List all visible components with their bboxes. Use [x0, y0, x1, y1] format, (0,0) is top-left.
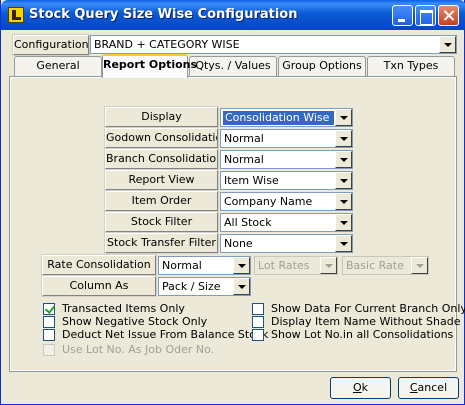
checkbox-box[interactable]	[43, 303, 55, 315]
checkbox-label: Transacted Items Only	[62, 302, 185, 315]
branch-consolidation-value: Normal	[224, 153, 264, 166]
lot-rates-select[interactable]: Lot Rates	[254, 256, 338, 275]
godown-consolidation-value: Normal	[224, 132, 264, 145]
chevron-down-icon[interactable]	[335, 172, 352, 189]
minimize-icon[interactable]	[392, 5, 413, 26]
display-label: Display	[104, 106, 219, 128]
rate-consolidation-value: Normal	[162, 259, 202, 272]
branch-consolidation-label: Branch Consolidation	[104, 148, 219, 170]
checkbox-box[interactable]	[43, 329, 55, 341]
maximize-icon[interactable]	[415, 5, 436, 26]
configuration-value: BRAND + CATEGORY WISE	[94, 38, 240, 51]
stock-transfer-filter-value: None	[224, 237, 253, 250]
checkbox-box[interactable]	[43, 316, 55, 328]
column-as-select[interactable]: Pack / Size	[158, 277, 251, 296]
checkbox-label: Display Item Name Without Shade	[271, 315, 461, 328]
godown-consolidation-select[interactable]: Normal	[220, 129, 353, 148]
rate-consolidation-select[interactable]: Normal	[158, 256, 251, 275]
ok-label: k	[361, 381, 369, 394]
display-select[interactable]: Consolidation Wise	[220, 108, 353, 127]
chevron-down-icon[interactable]	[335, 130, 352, 147]
checkbox-box[interactable]	[252, 316, 264, 328]
item-order-value: Company Name	[224, 195, 313, 208]
chevron-down-icon[interactable]	[335, 109, 352, 126]
chevron-down-icon[interactable]	[335, 151, 352, 168]
tab-report-options[interactable]: Report Options	[102, 54, 197, 78]
item-order-label: Item Order	[104, 190, 219, 212]
checkbox-label: Use Lot No. As Job Oder No.	[62, 343, 215, 356]
chevron-down-icon[interactable]	[233, 257, 250, 274]
chevron-down-icon[interactable]	[320, 257, 337, 274]
basic-rate-select[interactable]: Basic Rate	[342, 256, 429, 275]
branch-consolidation-select[interactable]: Normal	[220, 150, 353, 169]
stock-filter-value: All Stock	[224, 216, 272, 229]
cancel-button[interactable]: Cancel	[398, 377, 459, 399]
lot-rates-value: Lot Rates	[258, 259, 310, 272]
tab-txn-types[interactable]: Txn Types	[367, 56, 455, 76]
chevron-down-icon[interactable]	[411, 257, 428, 274]
column-as-value: Pack / Size	[162, 280, 221, 293]
checkbox-box[interactable]	[252, 329, 264, 341]
checkbox-label: Show Negative Stock Only	[62, 315, 208, 328]
close-icon[interactable]	[438, 5, 459, 26]
basic-rate-value: Basic Rate	[346, 259, 404, 272]
stock-filter-select[interactable]: All Stock	[220, 213, 353, 232]
tab-qtys-values[interactable]: Qtys. / Values	[189, 56, 277, 76]
godown-consolidation-label: Godown Consolidation	[104, 127, 219, 149]
display-value: Consolidation Wise	[223, 111, 334, 125]
report-view-label: Report View	[104, 169, 219, 191]
chevron-down-icon[interactable]	[335, 193, 352, 210]
app-icon	[8, 7, 24, 23]
item-order-select[interactable]: Company Name	[220, 192, 353, 211]
column-as-label: Column As	[41, 275, 157, 297]
report-view-select[interactable]: Item Wise	[220, 171, 353, 190]
checkbox-label: Show Data For Current Branch Only	[271, 302, 465, 315]
config-window: Stock Query Size Wise Configuration Conf…	[0, 0, 465, 405]
cancel-label: ancel	[417, 381, 448, 394]
ok-mnemonic: O	[352, 381, 362, 394]
window-title: Stock Query Size Wise Configuration	[29, 7, 298, 22]
title-bar[interactable]: Stock Query Size Wise Configuration	[1, 0, 465, 30]
checkbox-box[interactable]	[252, 303, 264, 315]
cancel-mnemonic: C	[409, 381, 418, 394]
chevron-down-icon[interactable]	[233, 278, 250, 295]
tab-group-options[interactable]: Group Options	[278, 56, 366, 76]
report-view-value: Item Wise	[224, 174, 279, 187]
configuration-label: Configuration	[12, 34, 90, 56]
tab-general[interactable]: General	[14, 56, 102, 76]
chevron-down-icon[interactable]	[439, 36, 456, 53]
chevron-down-icon[interactable]	[335, 235, 352, 252]
stock-filter-label: Stock Filter	[104, 211, 219, 233]
ok-button[interactable]: Ok	[330, 377, 391, 399]
stock-transfer-filter-label: Stock Transfer Filter	[104, 232, 219, 254]
chevron-down-icon[interactable]	[335, 214, 352, 231]
rate-consolidation-label: Rate Consolidation	[41, 254, 157, 276]
checkbox-label: Deduct Net Issue From Balance Stock	[62, 328, 269, 341]
checkbox-box[interactable]	[43, 344, 55, 356]
stock-transfer-filter-select[interactable]: None	[220, 234, 353, 253]
checkbox-label: Show Lot No.in all Consolidations	[271, 328, 454, 341]
configuration-select[interactable]: BRAND + CATEGORY WISE	[90, 35, 457, 54]
